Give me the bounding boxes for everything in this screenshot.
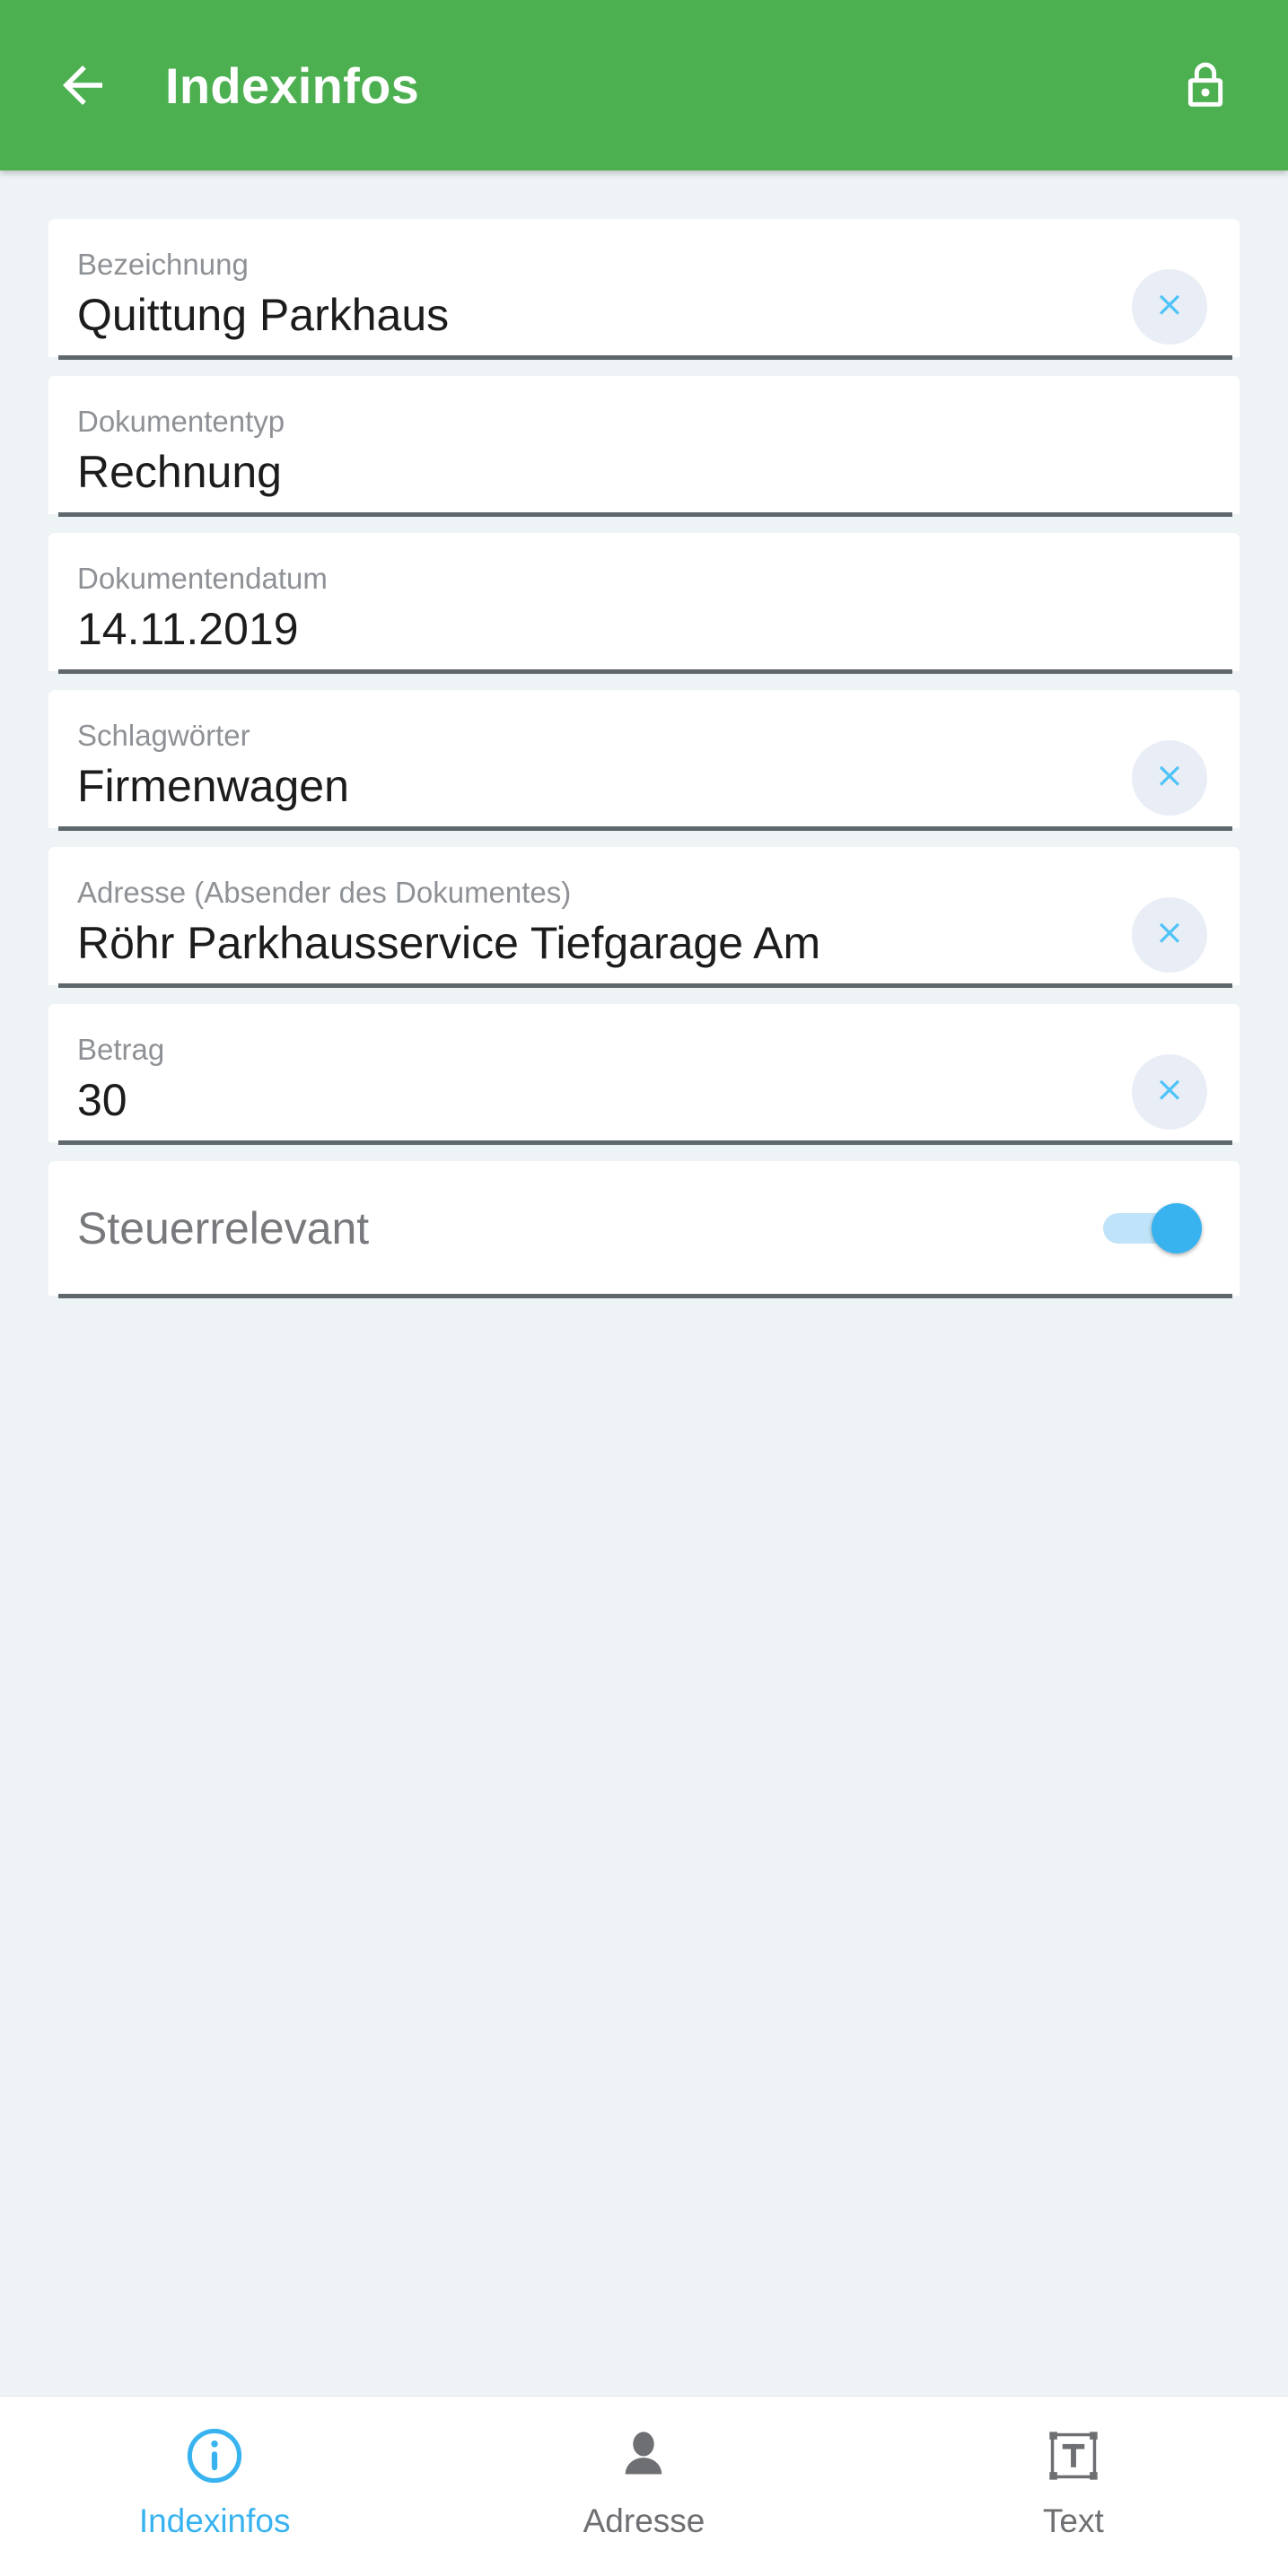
clear-button[interactable] (1132, 897, 1207, 973)
field-dokumententyp[interactable]: Dokumententyp Rechnung (48, 376, 1240, 517)
field-texts: Adresse (Absender des Dokumentes) Röhr P… (77, 874, 1121, 985)
clear-button[interactable] (1132, 740, 1207, 816)
field-label: Schlagwörter (77, 719, 250, 752)
nav-item-adresse[interactable]: Adresse (429, 2397, 858, 2540)
field-row: Betrag 30 (77, 1031, 1207, 1142)
arrow-left-icon (63, 65, 102, 105)
field-bezeichnung[interactable]: Bezeichnung Quittung Parkhaus (48, 219, 1240, 360)
field-row: Dokumententyp Rechnung (77, 403, 1207, 514)
field-label: Betrag (77, 1033, 165, 1066)
close-icon (1159, 765, 1180, 786)
info-circle-icon (188, 2428, 242, 2484)
field-betrag[interactable]: Betrag 30 (48, 1004, 1240, 1145)
bottom-navigation: Indexinfos Adresse Text (0, 2396, 1288, 2576)
text-frame-icon (1049, 2432, 1098, 2480)
nav-label: Adresse (583, 2502, 705, 2539)
field-label: Bezeichnung (77, 248, 249, 281)
field-row: Schlagwörter Firmenwagen (77, 717, 1207, 828)
field-label: Adresse (Absender des Dokumentes) (77, 876, 572, 909)
field-underline (58, 669, 1232, 674)
field-underline (58, 512, 1232, 517)
field-texts: Schlagwörter Firmenwagen (77, 717, 1121, 828)
app-screen: Indexinfos Bezeichnung Quittung Parkhaus (0, 0, 1288, 2576)
toggle-label: Steuerrelevant (77, 1203, 370, 1253)
steuerrelevant-toggle[interactable] (1103, 1203, 1202, 1253)
field-value[interactable]: 14.11.2019 (77, 598, 1207, 671)
field-value[interactable]: Quittung Parkhaus (77, 284, 1121, 357)
field-value[interactable]: Röhr Parkhausservice Tiefgarage Am (77, 912, 1121, 985)
nav-label: Indexinfos (138, 2502, 291, 2539)
field-underline (58, 355, 1232, 360)
nav-item-indexinfos[interactable]: Indexinfos (0, 2397, 429, 2540)
field-row: Dokumentendatum 14.11.2019 (77, 560, 1207, 671)
field-row: Adresse (Absender des Dokumentes) Röhr P… (77, 874, 1207, 985)
lock-button[interactable] (1162, 42, 1249, 128)
field-row: Bezeichnung Quittung Parkhaus (77, 246, 1207, 357)
field-adresse[interactable]: Adresse (Absender des Dokumentes) Röhr P… (48, 847, 1240, 988)
close-icon (1159, 294, 1180, 315)
field-underline (58, 826, 1232, 831)
nav-icon-wrap (615, 2422, 672, 2490)
field-steuerrelevant[interactable]: Steuerrelevant (48, 1161, 1240, 1298)
field-underline (58, 1140, 1232, 1145)
back-button[interactable] (39, 42, 126, 128)
field-value[interactable]: Rechnung (77, 441, 1207, 514)
close-icon (1159, 1079, 1180, 1100)
person-icon (626, 2432, 662, 2475)
app-bar: Indexinfos (0, 0, 1288, 170)
field-schlagwoerter[interactable]: Schlagwörter Firmenwagen (48, 690, 1240, 831)
nav-icon-wrap (1045, 2422, 1102, 2490)
clear-button[interactable] (1132, 269, 1207, 345)
nav-icon-wrap (182, 2422, 247, 2490)
field-underline (58, 983, 1232, 988)
field-texts: Dokumententyp Rechnung (77, 403, 1207, 514)
field-label: Dokumententyp (77, 405, 285, 438)
field-dokumentendatum[interactable]: Dokumentendatum 14.11.2019 (48, 533, 1240, 674)
field-underline (58, 1294, 1232, 1298)
field-value[interactable]: 30 (77, 1069, 1121, 1142)
clear-button[interactable] (1132, 1054, 1207, 1130)
close-icon (1159, 922, 1180, 943)
nav-label: Text (1042, 2502, 1104, 2539)
field-texts: Bezeichnung Quittung Parkhaus (77, 246, 1121, 357)
page-title: Indexinfos (165, 57, 420, 114)
field-label: Dokumentendatum (77, 562, 328, 595)
field-texts: Dokumentendatum 14.11.2019 (77, 560, 1207, 671)
form-content: Bezeichnung Quittung Parkhaus Dokumenten… (0, 170, 1288, 2396)
toggle-thumb (1152, 1203, 1202, 1253)
nav-item-text[interactable]: Text (859, 2397, 1288, 2540)
lock-closed-icon (1187, 62, 1223, 107)
field-texts: Betrag 30 (77, 1031, 1121, 1142)
field-value[interactable]: Firmenwagen (77, 755, 1121, 828)
